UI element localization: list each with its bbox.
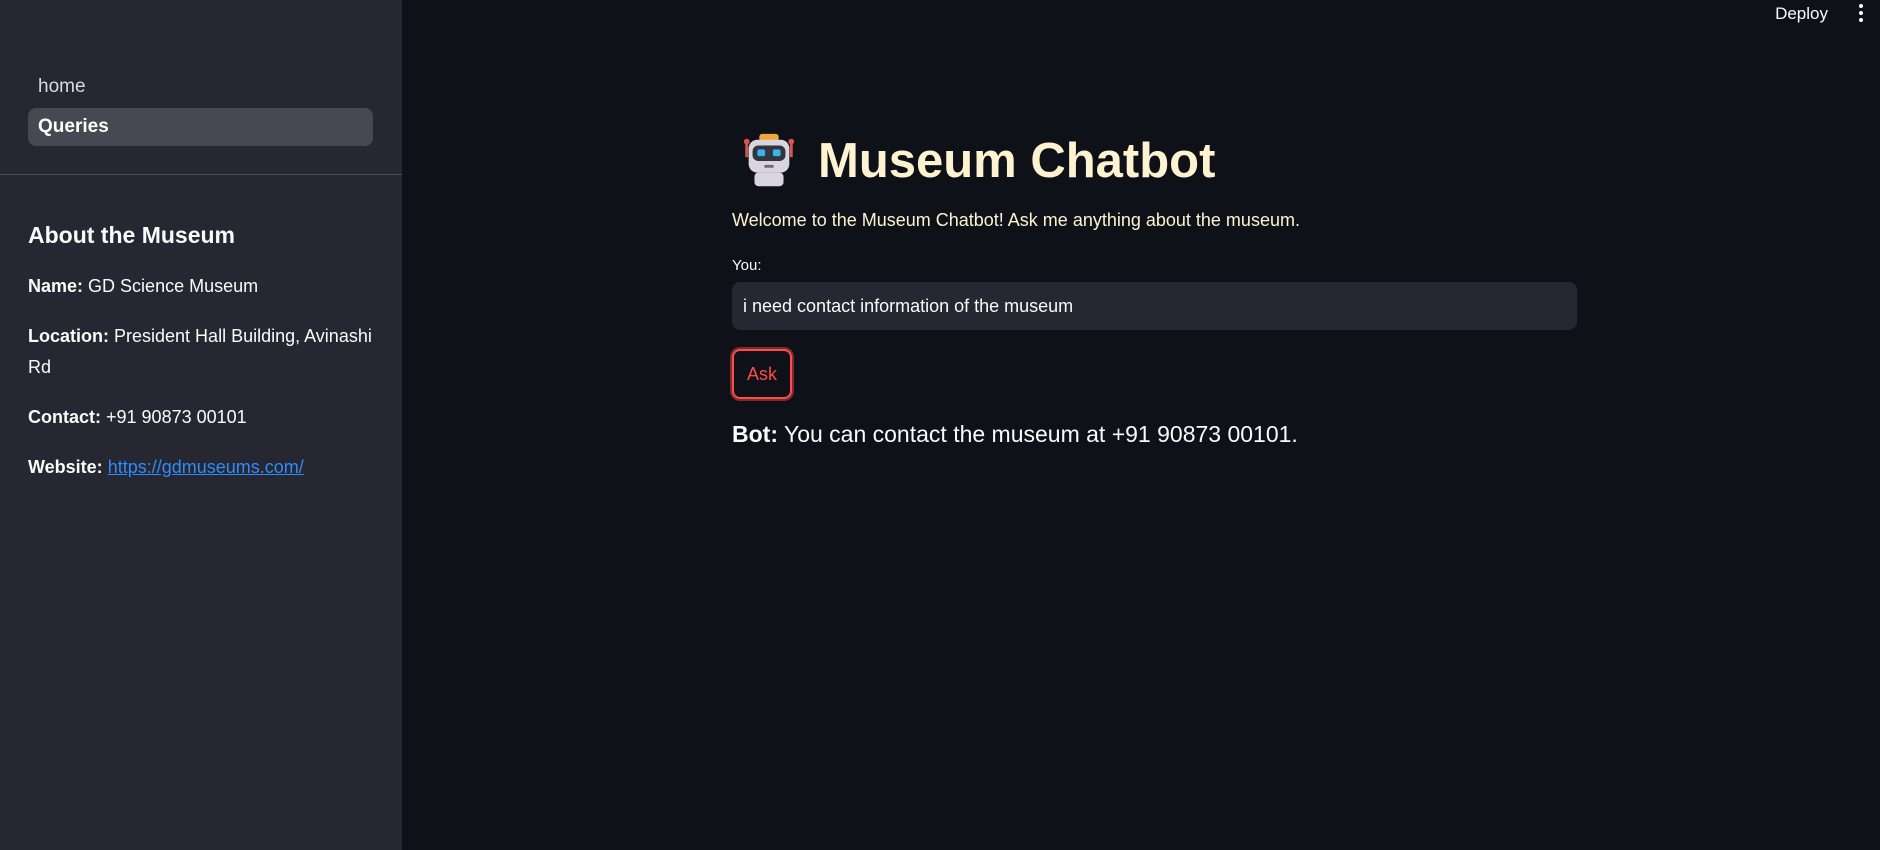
about-name-row: Name: GD Science Museum (28, 271, 378, 302)
menu-dot (1859, 4, 1863, 8)
title-row: Museum Chatbot (732, 126, 1577, 196)
about-name-key: Name: (28, 276, 84, 296)
sidebar-divider (0, 174, 402, 175)
page-title: Museum Chatbot (818, 134, 1216, 188)
menu-dot (1859, 18, 1863, 22)
sidebar-nav: home Queries (28, 72, 373, 152)
welcome-text: Welcome to the Museum Chatbot! Ask me an… (732, 210, 1300, 230)
sidebar: home Queries About the Museum Name: GD S… (0, 0, 402, 850)
sidebar-item-home[interactable]: home (28, 72, 373, 102)
bot-reply-text: You can contact the museum at +91 90873 … (783, 421, 1298, 447)
about-location-key: Location: (28, 326, 109, 346)
about-location-row: Location: President Hall Building, Avina… (28, 321, 378, 383)
vertical-dots-icon[interactable] (1856, 4, 1866, 24)
about-title: About the Museum (28, 222, 235, 248)
question-input[interactable] (732, 282, 1577, 330)
deploy-button[interactable]: Deploy (1775, 4, 1828, 24)
bot-reply-key: Bot: (732, 421, 778, 447)
about-contact-value: +91 90873 00101 (106, 407, 247, 427)
app-root: home Queries About the Museum Name: GD S… (0, 0, 1880, 850)
about-website-key: Website: (28, 457, 103, 477)
about-section: About the Museum Name: GD Science Museum… (28, 222, 378, 502)
main-content: Museum Chatbot Welcome to the Museum Cha… (732, 126, 1577, 448)
about-contact-key: Contact: (28, 407, 101, 427)
menu-dot (1859, 11, 1863, 15)
bot-reply: Bot: You can contact the museum at +91 9… (732, 421, 1577, 448)
about-website-row: Website: https://gdmuseums.com/ (28, 452, 378, 483)
ask-button[interactable]: Ask (732, 349, 792, 399)
sidebar-item-queries[interactable]: Queries (28, 108, 373, 146)
input-label: You: (732, 257, 762, 274)
about-name-value: GD Science Museum (88, 276, 259, 296)
about-contact-row: Contact: +91 90873 00101 (28, 402, 378, 433)
robot-icon (743, 133, 795, 187)
about-website-link[interactable]: https://gdmuseums.com/ (108, 457, 304, 477)
